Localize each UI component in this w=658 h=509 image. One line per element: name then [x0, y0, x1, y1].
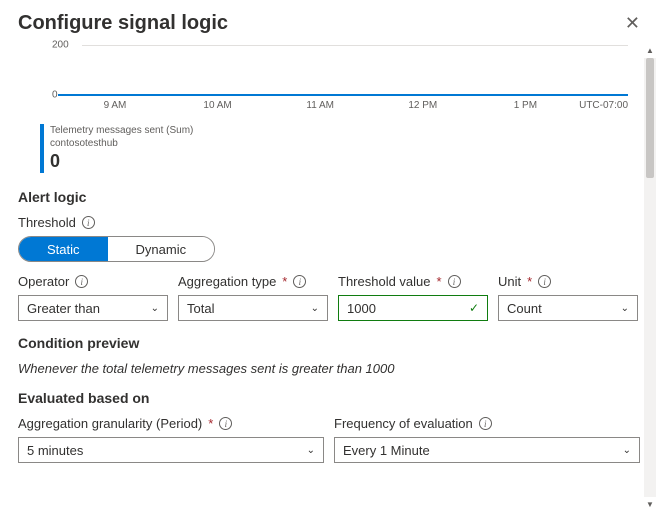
chart-timezone: UTC-07:00	[579, 100, 628, 111]
operator-value: Greater than	[27, 301, 100, 316]
aggregation-type-select[interactable]: Total ⌄	[178, 295, 328, 321]
frequency-label: Frequency of evaluation	[334, 416, 473, 431]
aggregation-type-label: Aggregation type	[178, 274, 276, 289]
operator-label: Operator	[18, 274, 69, 289]
chevron-down-icon: ⌄	[621, 303, 629, 314]
granularity-label: Aggregation granularity (Period)	[18, 416, 202, 431]
required-marker: *	[527, 274, 532, 289]
chart-xtick: 10 AM	[203, 100, 231, 111]
chevron-down-icon: ⌄	[311, 303, 319, 314]
info-icon[interactable]: i	[293, 275, 306, 288]
unit-select[interactable]: Count ⌄	[498, 295, 638, 321]
required-marker: *	[282, 274, 287, 289]
threshold-dynamic-option[interactable]: Dynamic	[108, 237, 215, 261]
unit-value: Count	[507, 301, 542, 316]
chart-xlabels: 9 AM 10 AM 11 AM 12 PM 1 PM UTC-07:00	[58, 100, 628, 114]
frequency-value: Every 1 Minute	[343, 443, 430, 458]
legend-resource: contosotesthub	[50, 137, 193, 150]
chart-xtick: 12 PM	[408, 100, 437, 111]
required-marker: *	[437, 274, 442, 289]
chevron-down-icon: ⌄	[307, 445, 315, 456]
threshold-value-text: 1000	[347, 301, 376, 316]
info-icon[interactable]: i	[448, 275, 461, 288]
close-button[interactable]: ✕	[625, 13, 640, 34]
configure-signal-logic-panel: Configure signal logic ✕ 200 0 9 AM 10 A…	[0, 0, 658, 503]
chart-xtick: 1 PM	[514, 100, 537, 111]
condition-preview-text: Whenever the total telemetry messages se…	[18, 361, 640, 376]
info-icon[interactable]: i	[219, 417, 232, 430]
granularity-value: 5 minutes	[27, 443, 83, 458]
scroll-up-arrow-icon[interactable]: ▲	[644, 46, 656, 55]
granularity-select[interactable]: 5 minutes ⌄	[18, 437, 324, 463]
panel-header: Configure signal logic ✕	[18, 12, 640, 35]
chart-legend: Telemetry messages sent (Sum) contosotes…	[40, 124, 628, 173]
info-icon[interactable]: i	[82, 216, 95, 229]
chevron-down-icon: ⌄	[151, 303, 159, 314]
scroll-down-arrow-icon[interactable]: ▼	[644, 500, 656, 509]
chart-ytick: 0	[52, 90, 58, 101]
close-icon: ✕	[625, 13, 640, 33]
unit-label: Unit	[498, 274, 521, 289]
checkmark-icon: ✓	[469, 301, 479, 315]
info-icon[interactable]: i	[479, 417, 492, 430]
threshold-static-option[interactable]: Static	[19, 237, 108, 261]
metric-chart: 200 0 9 AM 10 AM 11 AM 12 PM 1 PM UTC-07…	[30, 45, 628, 173]
chart-ytick: 200	[52, 40, 69, 51]
chart-xtick: 11 AM	[306, 100, 334, 111]
condition-preview-label: Condition preview	[18, 335, 640, 351]
legend-metric: Telemetry messages sent (Sum)	[50, 124, 193, 137]
info-icon[interactable]: i	[538, 275, 551, 288]
frequency-select[interactable]: Every 1 Minute ⌄	[334, 437, 640, 463]
threshold-value-input[interactable]: 1000 ✓	[338, 295, 488, 321]
threshold-toggle[interactable]: Static Dynamic	[18, 236, 215, 262]
aggregation-type-value: Total	[187, 301, 214, 316]
alert-logic-heading: Alert logic	[18, 189, 640, 205]
panel-title: Configure signal logic	[18, 12, 228, 35]
threshold-label: Threshold	[18, 215, 76, 230]
legend-color-swatch	[40, 124, 44, 173]
evaluated-heading: Evaluated based on	[18, 390, 640, 406]
legend-value: 0	[50, 150, 193, 173]
required-marker: *	[208, 416, 213, 431]
operator-select[interactable]: Greater than ⌄	[18, 295, 168, 321]
vertical-scrollbar[interactable]: ▲ ▼	[644, 58, 656, 497]
info-icon[interactable]: i	[75, 275, 88, 288]
scrollbar-thumb[interactable]	[646, 58, 654, 178]
chevron-down-icon: ⌄	[623, 445, 631, 456]
chart-xtick: 9 AM	[104, 100, 127, 111]
chart-gridline	[82, 45, 628, 46]
threshold-value-label: Threshold value	[338, 274, 431, 289]
